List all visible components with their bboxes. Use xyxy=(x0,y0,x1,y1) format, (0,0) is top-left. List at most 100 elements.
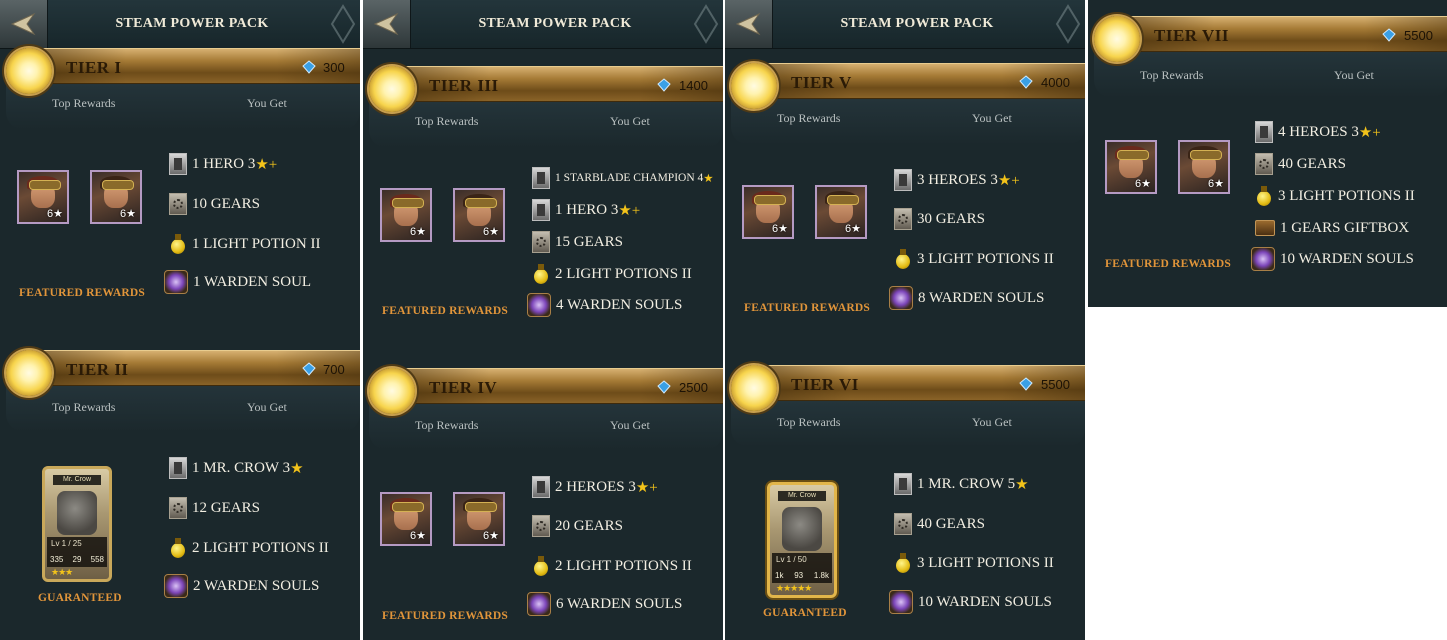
top-rewards-label: Top Rewards xyxy=(52,96,116,110)
warden-soul-icon xyxy=(527,293,551,317)
featured-rewards-label: FEATURED REWARDS xyxy=(382,305,508,317)
gem-icon xyxy=(302,60,316,74)
reward-item: 2 HEROES 3 ★+ xyxy=(532,475,658,499)
reward-item: 1 MR. CROW 5 ★ xyxy=(894,472,1029,496)
sun-emblem-icon xyxy=(6,350,52,396)
tier-row[interactable]: TIER III 1400 Top Rewards You Get xyxy=(363,62,723,162)
gem-icon xyxy=(657,78,671,92)
sun-emblem-icon xyxy=(1094,16,1140,62)
top-rewards-label: Top Rewards xyxy=(415,114,479,128)
ornament-icon xyxy=(330,4,356,44)
reward-item: 3 LIGHT POTIONS II xyxy=(1255,184,1415,208)
you-get-label: You Get xyxy=(247,400,287,414)
warden-soul-icon xyxy=(1251,247,1275,271)
top-rewards-label: Top Rewards xyxy=(777,111,841,125)
mech-illustration xyxy=(782,507,822,551)
tier-cost: 5500 xyxy=(1041,377,1070,392)
top-rewards-label: Top Rewards xyxy=(415,418,479,432)
sun-emblem-icon xyxy=(369,368,415,414)
gear-icon xyxy=(169,193,187,215)
gear-icon xyxy=(169,497,187,519)
gem-icon xyxy=(1019,75,1033,89)
you-get-label: You Get xyxy=(610,114,650,128)
hero-portrait: 6★ xyxy=(1178,140,1230,194)
back-button[interactable] xyxy=(363,0,411,48)
sun-emblem-icon xyxy=(6,48,52,94)
potion-icon xyxy=(532,263,550,285)
reward-item: 1 LIGHT POTION II xyxy=(169,232,320,256)
top-bar: STEAM POWER PACK xyxy=(725,0,1085,49)
reward-item: 40 GEARS xyxy=(1255,152,1346,176)
reward-item: 2 LIGHT POTIONS II xyxy=(169,536,329,560)
hero-portrait: 6★ xyxy=(90,170,142,224)
tier-row[interactable]: TIER IV 2500 Top Rewards You Get xyxy=(363,364,723,464)
reward-item: 10 GEARS xyxy=(169,192,260,216)
featured-rewards-label: FEATURED REWARDS xyxy=(19,287,145,299)
warden-soul-icon xyxy=(164,270,188,294)
gear-icon xyxy=(532,231,550,253)
reward-item: 1 MR. CROW 3 ★ xyxy=(169,456,304,480)
tier-row[interactable]: TIER V 4000 Top Rewards You Get xyxy=(725,59,1085,159)
back-button[interactable] xyxy=(725,0,773,48)
tier-label: TIER I xyxy=(66,58,122,77)
hero-card-icon xyxy=(894,169,912,191)
hero-card-icon xyxy=(1255,121,1273,143)
warden-soul-icon xyxy=(889,590,913,614)
tier-label: TIER IV xyxy=(429,378,498,397)
tier-label: TIER VI xyxy=(791,375,859,394)
reward-item: 3 HEROES 3 ★+ xyxy=(894,168,1020,192)
tier-row[interactable]: TIER I 300 Top Rewards You Get xyxy=(0,44,360,144)
reward-item: 6 WARDEN SOULS xyxy=(527,592,682,616)
tier-cost: 2500 xyxy=(679,380,708,395)
tier-cost: 4000 xyxy=(1041,75,1070,90)
you-get-label: You Get xyxy=(247,96,287,110)
you-get-label: You Get xyxy=(972,111,1012,125)
top-rewards-label: Top Rewards xyxy=(52,400,116,414)
potion-icon xyxy=(169,233,187,255)
pack-title: STEAM POWER PACK xyxy=(115,16,269,31)
gear-icon xyxy=(532,515,550,537)
reward-item: 2 WARDEN SOULS xyxy=(164,574,319,598)
tier-row[interactable]: TIER VI 5500 Top Rewards You Get xyxy=(725,361,1085,461)
reward-item: 4 HEROES 3 ★+ xyxy=(1255,120,1381,144)
top-bar: STEAM POWER PACK xyxy=(0,0,360,49)
sun-emblem-icon xyxy=(369,66,415,112)
reward-item: 2 LIGHT POTIONS II xyxy=(532,554,692,578)
potion-icon xyxy=(894,248,912,270)
reward-item: 20 GEARS xyxy=(532,514,623,538)
you-get-label: You Get xyxy=(1334,68,1374,82)
hero-portrait: 6★ xyxy=(815,185,867,239)
reward-item: 10 WARDEN SOULS xyxy=(889,590,1052,614)
potion-icon xyxy=(169,537,187,559)
tier-row[interactable]: TIER VII 5500 Top Rewards You Get xyxy=(1088,12,1447,112)
hero-portrait: 6★ xyxy=(453,188,505,242)
hero-card: Mr. Crow Lv 1 / 25 335 29 558 ★★★ xyxy=(42,466,112,582)
tier-label: TIER VII xyxy=(1154,26,1230,45)
tier-row[interactable]: TIER II 700 Top Rewards You Get xyxy=(0,346,360,446)
top-bar: STEAM POWER PACK xyxy=(363,0,723,49)
reward-item: 10 WARDEN SOULS xyxy=(1251,247,1414,271)
hero-portrait: 6★ xyxy=(453,492,505,546)
back-arrow-icon xyxy=(10,12,36,36)
pack-title: STEAM POWER PACK xyxy=(478,16,632,31)
reward-item: 3 LIGHT POTIONS II xyxy=(894,551,1054,575)
back-button[interactable] xyxy=(0,0,48,48)
reward-item: 8 WARDEN SOULS xyxy=(889,286,1044,310)
ornament-icon xyxy=(693,4,719,44)
gear-icon xyxy=(1255,153,1273,175)
reward-item: 1 GEARS GIFTBOX xyxy=(1255,216,1409,240)
screen-1: STEAM POWER PACK TIER I 300 Top Rewards … xyxy=(0,0,360,640)
gem-icon xyxy=(1382,28,1396,42)
top-rewards-label: Top Rewards xyxy=(1140,68,1204,82)
tier-label: TIER V xyxy=(791,73,852,92)
reward-item: 1 HERO 3 ★+ xyxy=(169,152,277,176)
pack-title: STEAM POWER PACK xyxy=(840,16,994,31)
reward-item: 3 LIGHT POTIONS II xyxy=(894,247,1054,271)
hero-portrait: 6★ xyxy=(742,185,794,239)
tier-cost: 5500 xyxy=(1404,28,1433,43)
featured-rewards-label: FEATURED REWARDS xyxy=(382,610,508,622)
tier-cost: 300 xyxy=(323,60,345,75)
hero-card-icon xyxy=(532,199,550,221)
hero-portrait: 6★ xyxy=(17,170,69,224)
hero-card-icon xyxy=(532,167,550,189)
